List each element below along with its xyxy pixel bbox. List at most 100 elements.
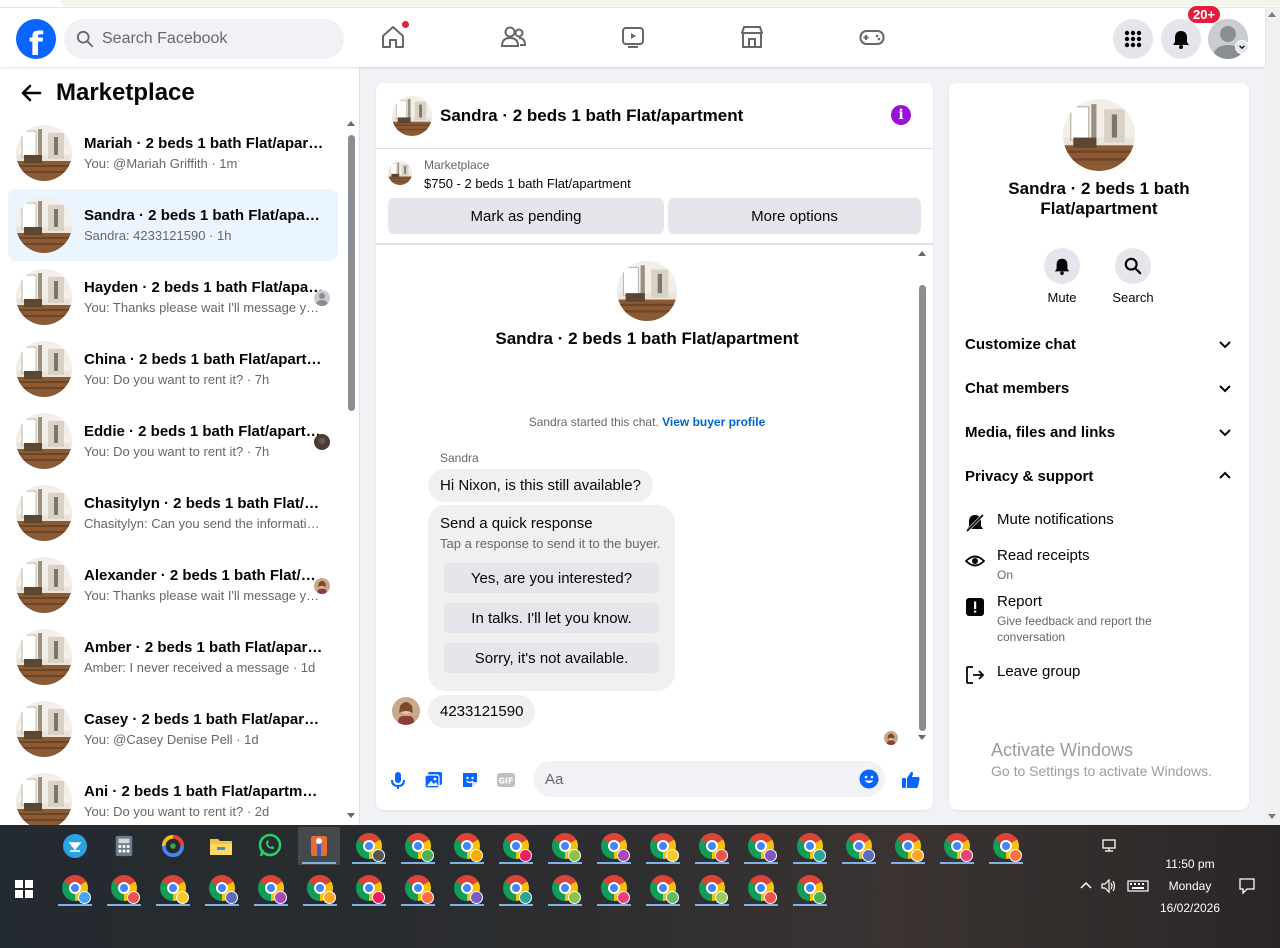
chrome-profile-window[interactable] — [740, 869, 782, 907]
chrome-profile-window[interactable] — [348, 869, 390, 907]
window-scrollbar[interactable] — [1265, 8, 1280, 825]
chrome-profile-window[interactable] — [691, 869, 733, 907]
chrome-profile-window[interactable] — [495, 869, 537, 907]
clock-time[interactable]: 11:50 pm — [1150, 857, 1230, 871]
view-buyer-profile-link[interactable]: View buyer profile — [662, 415, 765, 429]
volume-icon[interactable] — [1100, 877, 1118, 895]
like-button[interactable] — [900, 769, 922, 791]
emoji-icon[interactable] — [859, 769, 879, 789]
chrome-profile-window[interactable] — [740, 827, 782, 865]
chrome-profile-window[interactable] — [887, 827, 929, 865]
conversation-list-scrollbar[interactable] — [346, 119, 356, 819]
chrome-profile-window[interactable] — [789, 869, 831, 907]
leave-group-item[interactable]: Leave group — [965, 663, 1233, 687]
back-arrow-icon[interactable] — [20, 82, 42, 104]
gaming-nav-button[interactable] — [857, 22, 887, 52]
media-files-links-section[interactable]: Media, files and links — [965, 412, 1233, 452]
chrome-profile-window[interactable] — [152, 869, 194, 907]
chrome-profile-window[interactable] — [348, 827, 390, 865]
chrome-profile-window[interactable] — [103, 869, 145, 907]
chrome-profile-window[interactable] — [299, 869, 341, 907]
conversation-item[interactable]: Chasitylyn · 2 beds 1 bath Flat/apartmen… — [8, 477, 338, 549]
mark-as-pending-button[interactable]: Mark as pending — [388, 198, 664, 234]
chrome-profile-window[interactable] — [789, 827, 831, 865]
chrome-profile-window[interactable] — [446, 827, 488, 865]
mute-notifications-item[interactable]: Mute notifications — [965, 511, 1233, 535]
read-receipts-item[interactable]: Read receipts On — [965, 547, 1233, 587]
voice-clip-button[interactable] — [387, 769, 409, 791]
conversation-item[interactable]: Hayden · 2 beds 1 bath Flat/apartment You… — [8, 261, 338, 333]
chrome-profile-window[interactable] — [593, 869, 635, 907]
taskbar-app[interactable] — [249, 827, 291, 865]
clock-date[interactable]: 16/02/2026 — [1150, 901, 1230, 915]
conversation-item[interactable]: China · 2 beds 1 bath Flat/apartment You:… — [8, 333, 338, 405]
chat-title[interactable]: Sandra · 2 beds 1 bath Flat/apartment — [440, 106, 743, 126]
account-chevron-icon[interactable] — [1235, 40, 1249, 54]
conversation-item[interactable]: Mariah · 2 beds 1 bath Flat/apartment You… — [8, 117, 338, 189]
conversation-item[interactable]: Amber · 2 beds 1 bath Flat/apartment Ambe… — [8, 621, 338, 693]
chrome-profile-window[interactable] — [495, 827, 537, 865]
chrome-profile-window[interactable] — [397, 869, 439, 907]
chrome-profile-window[interactable] — [397, 827, 439, 865]
home-nav-button[interactable] — [378, 20, 410, 52]
privacy-support-section[interactable]: Privacy & support — [965, 456, 1233, 496]
keyboard-icon[interactable] — [1127, 877, 1149, 895]
taskbar-app[interactable] — [152, 827, 194, 865]
chat-scrollbar[interactable] — [916, 249, 928, 743]
chrome-profile-window[interactable] — [642, 827, 684, 865]
network-icon[interactable] — [1101, 837, 1119, 855]
sender-avatar[interactable] — [392, 697, 420, 725]
conversation-item-active[interactable]: Sandra · 2 beds 1 bath Flat/apartment San… — [8, 189, 338, 261]
facebook-logo[interactable]: f — [16, 19, 56, 59]
chrome-profile-window[interactable] — [838, 827, 880, 865]
chat-info-icon[interactable]: i — [891, 105, 911, 125]
chat-header-thumbnail[interactable] — [392, 96, 432, 136]
listing-small-thumbnail[interactable] — [388, 161, 412, 185]
taskbar-app-active[interactable] — [298, 827, 340, 865]
chrome-profile-window[interactable] — [544, 869, 586, 907]
taskbar-app[interactable] — [54, 827, 96, 865]
taskbar-app[interactable] — [103, 827, 145, 865]
conversation-item[interactable]: Eddie · 2 beds 1 bath Flat/apartment You:… — [8, 405, 338, 477]
customize-chat-section[interactable]: Customize chat — [965, 324, 1233, 364]
incoming-message[interactable]: 4233121590 — [428, 695, 536, 728]
marketplace-nav-button[interactable] — [737, 22, 767, 52]
search-box[interactable] — [64, 19, 344, 59]
conversation-item[interactable]: Casey · 2 beds 1 bath Flat/apartment You:… — [8, 693, 338, 765]
attach-photo-button[interactable] — [423, 769, 445, 791]
clock-day[interactable]: Monday — [1150, 879, 1230, 893]
chrome-profile-window[interactable] — [642, 869, 684, 907]
quick-reply-interested-button[interactable]: Yes, are you interested? — [444, 563, 659, 593]
more-options-button[interactable]: More options — [668, 198, 921, 234]
report-item[interactable]: Report Give feedback and report the conv… — [965, 593, 1233, 649]
notifications-button[interactable] — [1161, 19, 1201, 59]
chrome-profile-window[interactable] — [691, 827, 733, 865]
search-input[interactable] — [102, 30, 322, 48]
chrome-profile-window[interactable] — [201, 869, 243, 907]
show-hidden-icons-chevron-icon[interactable] — [1077, 877, 1095, 895]
chrome-profile-window[interactable] — [54, 869, 96, 907]
conversation-item[interactable]: Alexander · 2 beds 1 bath Flat/apartment… — [8, 549, 338, 621]
message-input-box[interactable] — [533, 761, 885, 797]
taskbar-app[interactable] — [200, 827, 242, 865]
chrome-profile-window[interactable] — [985, 827, 1027, 865]
conversation-item[interactable]: Ani · 2 beds 1 bath Flat/apartment You: D… — [8, 765, 338, 825]
chrome-profile-window[interactable] — [593, 827, 635, 865]
windows-start-icon[interactable] — [14, 879, 34, 899]
mute-action[interactable]: Mute — [1032, 248, 1092, 305]
menu-button[interactable] — [1113, 19, 1153, 59]
search-in-chat-action[interactable]: Search — [1103, 248, 1163, 305]
chrome-profile-window[interactable] — [250, 869, 292, 907]
quick-reply-in-talks-button[interactable]: In talks. I'll let you know. — [444, 603, 659, 633]
chrome-profile-window[interactable] — [446, 869, 488, 907]
chrome-profile-window[interactable] — [936, 827, 978, 865]
notification-center-icon[interactable] — [1238, 877, 1256, 895]
message-input[interactable] — [545, 770, 845, 788]
chat-members-section[interactable]: Chat members — [965, 368, 1233, 408]
sticker-button[interactable] — [459, 769, 481, 791]
listing-price[interactable]: $750 - 2 beds 1 bath Flat/apartment — [424, 176, 631, 191]
friends-nav-button[interactable] — [498, 22, 528, 52]
incoming-message[interactable]: Hi Nixon, is this still available? — [428, 469, 653, 502]
gif-button[interactable]: GIF — [495, 769, 517, 791]
video-nav-button[interactable] — [618, 22, 648, 52]
